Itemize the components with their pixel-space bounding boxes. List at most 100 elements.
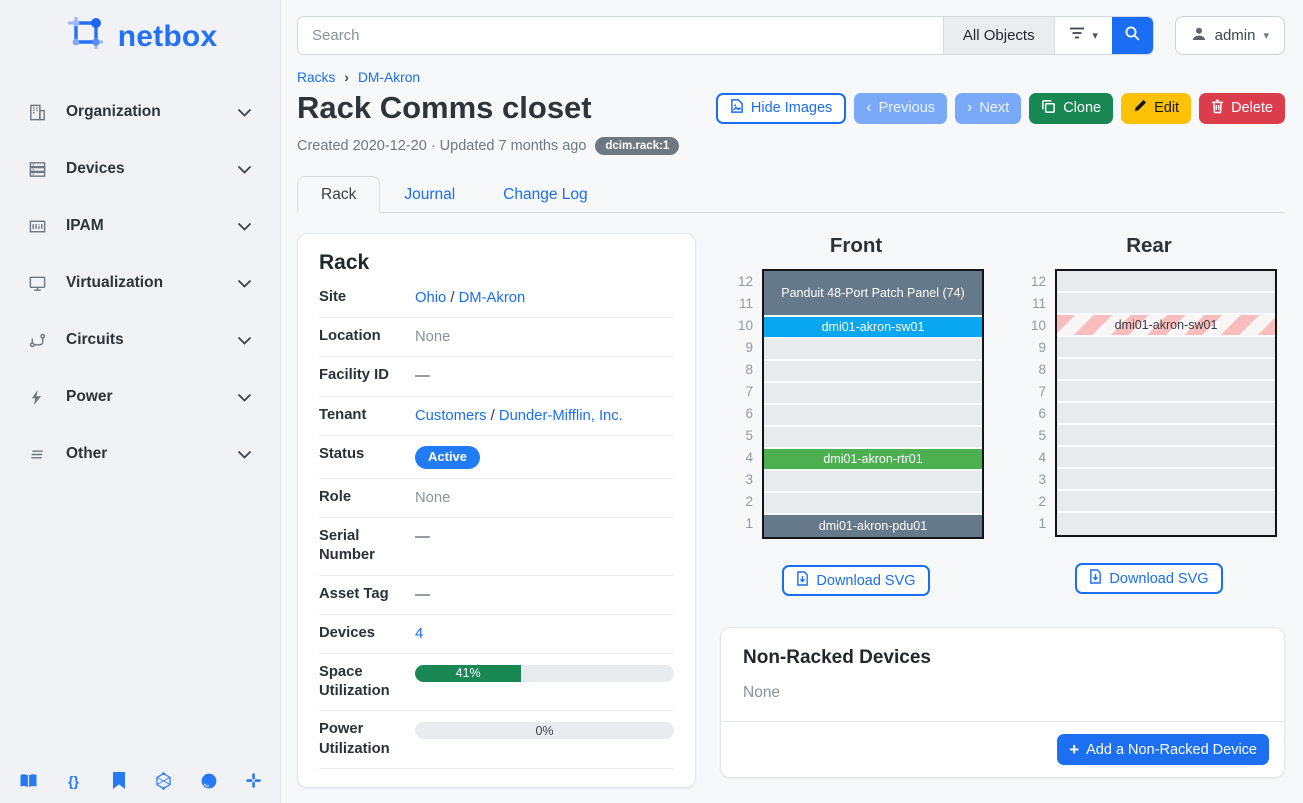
next-button[interactable]: › Next [955,93,1021,124]
sidebar-item-power[interactable]: Power [0,377,280,417]
sidebar-item-circuits[interactable]: Circuits [0,320,280,360]
space-utilization-bar: 41% [415,665,674,682]
chevron-down-icon [237,393,252,402]
search-submit-button[interactable] [1112,17,1153,54]
attr-row-location: Location None [319,318,674,357]
rack-device-dmi01-akron-sw01[interactable]: dmi01-akron-sw01 [1057,315,1275,337]
attr-row-facility-id: Facility ID — [319,357,674,396]
netbox-logo[interactable]: netbox [0,0,280,68]
docs-icon[interactable] [19,771,38,790]
sidebar: netbox Organization Devices IPAM Virtualiza… [0,0,281,803]
space-utilization-fill: 41% [415,665,521,682]
left-column: Rack Site Ohio / DM-Akron Location None … [297,233,696,803]
attr-row-serial-number: Serial Number — [319,518,674,575]
content-row: Rack Site Ohio / DM-Akron Location None … [297,213,1285,803]
rack-grid: dmi01-akron-sw01 [1055,269,1277,537]
plus-icon: + [1069,741,1079,758]
caret-down-icon: ▾ [1092,29,1098,42]
created-updated-text: Created 2020-12-20 · Updated 7 months ag… [297,138,586,154]
sidebar-item-ipam[interactable]: IPAM [0,206,280,246]
ipam-icon [28,217,50,236]
sidebar-item-devices[interactable]: Devices [0,149,280,189]
add-non-racked-device-button[interactable]: + Add a Non-Racked Device [1057,734,1269,765]
rack-device-dmi01-akron-pdu01[interactable]: dmi01-akron-pdu01 [764,515,982,537]
rack-device-dmi01-akron-sw01[interactable]: dmi01-akron-sw01 [764,317,982,339]
rack-device-dmi01-akron-rtr01[interactable]: dmi01-akron-rtr01 [764,449,982,471]
virtualization-icon [28,274,50,293]
download-file-icon [1089,569,1102,588]
rack-unit-empty [1057,425,1275,447]
devices-count-link[interactable]: 4 [415,626,423,642]
sidebar-item-organization[interactable]: Organization [0,92,280,132]
tenant-link[interactable]: Dunder-Mifflin, Inc. [499,408,623,424]
github-icon[interactable] [199,771,218,790]
organization-icon [28,103,50,122]
sidebar-item-label: Circuits [66,331,237,349]
delete-button[interactable]: Delete [1199,93,1285,124]
status-badge: Active [415,446,480,469]
site-link[interactable]: DM-Akron [459,290,526,306]
search-group: All Objects ▾ [297,16,1154,55]
hide-images-button[interactable]: Hide Images [716,93,846,124]
circuits-icon [28,331,50,350]
previous-button[interactable]: ‹ Previous [854,93,947,124]
sidebar-item-label: Other [66,445,237,463]
rack-unit-empty [1057,447,1275,469]
search-input[interactable] [298,17,943,54]
edit-button[interactable]: Edit [1121,93,1191,124]
panel-title: Non-Racked Devices [721,628,1284,669]
user-menu-button[interactable]: admin ▾ [1175,16,1285,55]
search-filter-dropdown[interactable]: ▾ [1054,17,1112,54]
sidebar-item-virtualization[interactable]: Virtualization [0,263,280,303]
attr-row-power-utilization: Power Utilization 0% [319,711,674,768]
tab-journal[interactable]: Journal [380,176,479,213]
breadcrumb: Racks › DM-Akron [297,70,1285,85]
journal-icon[interactable] [109,771,128,790]
rack-unit-empty [1057,359,1275,381]
search-scope-selector[interactable]: All Objects [943,17,1054,54]
breadcrumb-link-racks[interactable]: Racks [297,70,335,85]
tab-rack[interactable]: Rack [297,176,380,213]
search-icon [1124,25,1141,47]
caret-down-icon: ▾ [1263,29,1269,42]
rack-unit-empty [1057,337,1275,359]
chevron-down-icon [237,222,252,231]
attr-row-space-utilization: Space Utilization 41% [319,654,674,711]
netbox-logo-text: netbox [118,20,218,54]
graphql-icon[interactable] [154,771,173,790]
page-title: Rack Comms closet [297,90,716,126]
object-id-badge: dcim.rack:1 [595,137,679,155]
breadcrumb-separator: › [344,70,349,85]
power-utilization-bar: 0% [415,722,674,739]
attr-row-role: Role None [319,479,674,518]
rack-device-panduit-48-port-patch-panel-74-[interactable]: Panduit 48-Port Patch Panel (74) [764,271,982,317]
user-icon [1191,26,1207,46]
clone-button[interactable]: Clone [1029,93,1113,124]
rack-unit-empty [764,427,982,449]
rest-api-icon[interactable]: {} [64,771,83,790]
download-svg-button-front[interactable]: Download SVG [782,565,929,596]
attr-row-devices: Devices 4 [319,615,674,654]
tab-bar: RackJournalChange Log [297,176,1285,213]
rack-unit-empty [1057,381,1275,403]
sidebar-item-other[interactable]: Other [0,434,280,474]
rack-unit-empty [764,405,982,427]
non-racked-empty-text: None [721,669,1284,721]
download-svg-button-rear[interactable]: Download SVG [1075,563,1222,594]
rack-unit-empty [764,361,982,383]
region-link[interactable]: Ohio [415,290,446,306]
sidebar-footer: {} [19,771,263,790]
breadcrumb-link-dm-akron[interactable]: DM-Akron [358,70,420,85]
netbox-logo-icon [63,13,109,60]
chevron-left-icon: ‹ [866,100,871,116]
slack-icon[interactable] [244,771,263,790]
power-icon [28,388,50,407]
pencil-icon [1133,99,1147,117]
tenant-group-link[interactable]: Customers [415,408,487,424]
rack-unit-empty [1057,491,1275,513]
chevron-down-icon [237,108,252,117]
tab-change-log[interactable]: Change Log [479,176,611,213]
other-icon [28,445,50,464]
rack-unit-empty [1057,469,1275,491]
image-file-icon [730,98,744,118]
